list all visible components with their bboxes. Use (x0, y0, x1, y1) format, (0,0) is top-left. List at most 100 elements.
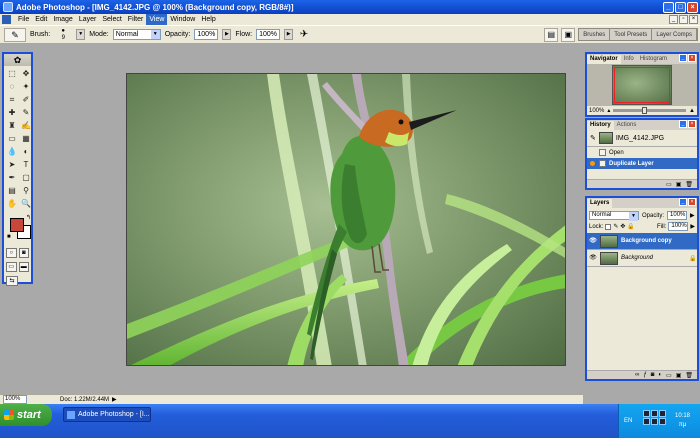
opacity-input[interactable]: 100% (194, 29, 219, 40)
lock-all-icon[interactable]: 🔒 (627, 223, 634, 230)
history-item-open[interactable]: Open (587, 147, 697, 158)
well-tab-tool-presets[interactable]: Tool Presets (610, 29, 653, 40)
menu-select[interactable]: Select (99, 14, 124, 25)
new-document-from-state-icon[interactable]: ▭ (666, 181, 672, 188)
link-layers-icon[interactable]: ∞ (635, 372, 639, 378)
brush-preset-picker[interactable]: ● 9 (54, 28, 72, 42)
new-group-icon[interactable]: ▭ (666, 372, 672, 379)
brush-dropdown-icon[interactable]: ▼ (76, 29, 86, 40)
well-tab-layer-comps[interactable]: Layer Comps (652, 29, 697, 40)
path-selection-tool-icon[interactable]: ➤ (6, 159, 18, 171)
swap-colors-icon[interactable]: ↰ (26, 214, 31, 221)
quick-mask-mode-icon[interactable]: ◙ (18, 248, 29, 258)
zoom-out-icon[interactable]: ▴ (607, 107, 610, 114)
language-indicator[interactable]: EN (624, 418, 632, 424)
clock[interactable]: 10:18 πμ (675, 412, 690, 430)
status-zoom-input[interactable]: 100% (3, 395, 27, 404)
minimize-button[interactable]: _ (663, 1, 674, 13)
navigator-zoom-slider[interactable] (613, 107, 687, 114)
foreground-color-swatch[interactable] (10, 218, 24, 232)
document-canvas[interactable] (126, 73, 566, 366)
tab-history[interactable]: History (587, 121, 614, 130)
navigator-minimize-button[interactable]: _ (679, 54, 687, 62)
history-snapshot[interactable]: ✎ IMG_4142.JPG (587, 130, 697, 147)
default-colors-icon[interactable]: ■ (7, 234, 11, 240)
menu-filter[interactable]: Filter (125, 14, 147, 25)
layers-minimize-button[interactable]: _ (679, 198, 687, 206)
menu-view[interactable]: View (146, 14, 168, 25)
brush-tool-icon[interactable]: ✎ (20, 107, 32, 119)
hand-tool-icon[interactable]: ✋ (6, 198, 18, 210)
layers-close-button[interactable]: × (688, 198, 696, 206)
tab-navigator[interactable]: Navigator (587, 55, 621, 64)
opacity-arrow-icon[interactable]: ▶ (690, 212, 695, 219)
lock-image-icon[interactable]: ✎ (613, 223, 618, 230)
layers-opacity-input[interactable]: 100% (667, 211, 688, 220)
doc-close-button[interactable]: × (689, 15, 698, 24)
full-screen-mode-icon[interactable]: ▬ (18, 262, 29, 272)
zoom-slider-knob[interactable] (642, 107, 648, 114)
crop-tool-icon[interactable]: ⌗ (6, 94, 18, 106)
opacity-slider-button[interactable]: ▶ (222, 29, 232, 40)
history-minimize-button[interactable]: _ (679, 120, 687, 128)
menu-window[interactable]: Window (167, 14, 198, 25)
flow-slider-button[interactable]: ▶ (284, 29, 294, 40)
menu-layer[interactable]: Layer (76, 14, 100, 25)
tray-icon[interactable] (659, 418, 666, 425)
blend-mode-select[interactable]: Normal ▼ (589, 211, 639, 221)
slice-tool-icon[interactable]: ✐ (20, 94, 32, 106)
navigator-close-button[interactable]: × (688, 54, 696, 62)
doc-restore-button[interactable]: ▫ (679, 15, 688, 24)
tray-icon[interactable] (651, 410, 658, 417)
start-button[interactable]: start (0, 404, 52, 426)
clone-stamp-tool-icon[interactable]: ♜ (6, 120, 18, 132)
fill-arrow-icon[interactable]: ▶ (690, 223, 695, 230)
tray-icon[interactable] (651, 418, 658, 425)
lock-transparency-checkbox[interactable] (605, 223, 612, 230)
healing-brush-tool-icon[interactable]: ✚ (6, 107, 18, 119)
marquee-tool-icon[interactable]: ⬚ (6, 68, 18, 80)
fill-input[interactable]: 100% (668, 222, 689, 231)
tray-icon[interactable] (643, 418, 650, 425)
menu-image[interactable]: Image (50, 14, 75, 25)
fill-adjustment-icon[interactable]: ◐ (658, 372, 662, 378)
navigator-thumbnail[interactable] (612, 65, 672, 105)
dodge-tool-icon[interactable]: ◐ (20, 146, 32, 158)
status-menu-arrow-icon[interactable]: ▶ (112, 396, 117, 403)
tab-histogram[interactable]: Histogram (637, 55, 670, 64)
visibility-eye-icon[interactable]: 👁 (589, 237, 597, 245)
delete-state-icon[interactable]: 🗑 (685, 181, 693, 188)
new-layer-icon[interactable]: ▣ (676, 372, 682, 379)
menu-edit[interactable]: Edit (32, 14, 50, 25)
move-tool-icon[interactable]: ✥ (20, 68, 32, 80)
type-tool-icon[interactable]: T (20, 159, 32, 171)
tray-icon[interactable] (643, 410, 650, 417)
lasso-tool-icon[interactable]: ◌ (6, 81, 18, 93)
tool-preset-picker[interactable]: ✎ (4, 27, 26, 42)
history-brush-source-icon[interactable]: ✎ (590, 134, 596, 142)
blur-tool-icon[interactable]: 💧 (6, 146, 18, 158)
menu-help[interactable]: Help (198, 14, 218, 25)
toggle-palettes-icon[interactable]: ▣ (561, 27, 576, 42)
lock-position-icon[interactable]: ✥ (620, 223, 625, 230)
history-brush-tool-icon[interactable]: ✍ (20, 120, 32, 132)
navigator-view-box[interactable] (614, 67, 670, 103)
eraser-tool-icon[interactable]: ▭ (6, 133, 18, 145)
layer-style-icon[interactable]: ƒ (643, 372, 646, 378)
layer-mask-icon[interactable]: ◙ (651, 372, 655, 378)
navigator-zoom-value[interactable]: 100% (589, 108, 604, 114)
adobe-online-icon[interactable]: ✿ (4, 54, 31, 66)
maximize-button[interactable]: □ (675, 1, 686, 13)
history-item-duplicate-layer[interactable]: Duplicate Layer (587, 158, 697, 169)
close-button[interactable]: × (687, 1, 698, 13)
tab-layers[interactable]: Layers (587, 199, 613, 208)
shape-tool-icon[interactable]: ▢ (20, 172, 32, 184)
flow-input[interactable]: 100% (256, 29, 281, 40)
pen-tool-icon[interactable]: ✒ (6, 172, 18, 184)
zoom-tool-icon[interactable]: 🔍 (20, 198, 32, 210)
history-close-button[interactable]: × (688, 120, 696, 128)
layer-row-background-copy[interactable]: 👁 Background copy (587, 233, 697, 250)
mode-select[interactable]: Normal ▼ (112, 29, 161, 40)
document-size[interactable]: Doc: 1.22M/2.44M (30, 397, 109, 403)
eyedropper-tool-icon[interactable]: ⚲ (20, 185, 32, 197)
